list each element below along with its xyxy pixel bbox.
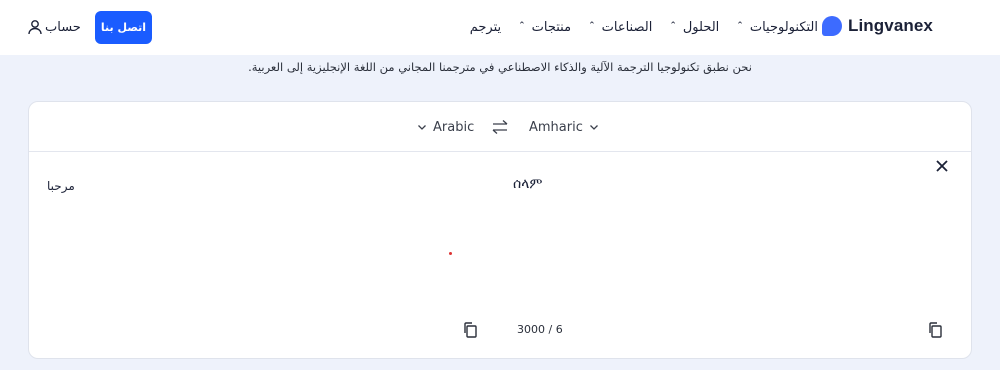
- nav-item-label: الحلول: [682, 19, 720, 35]
- nav-item-products[interactable]: ⌃ منتجات: [518, 20, 571, 35]
- nav-item-industries[interactable]: ⌃ الصناعات: [588, 20, 652, 35]
- source-language-select[interactable]: Amharic: [529, 117, 599, 137]
- logo[interactable]: Lingvanex: [822, 14, 933, 38]
- translator-card: Arabic Amharic ሰላም مرحبا 3000 / 6: [28, 101, 972, 359]
- contact-us-button[interactable]: اتصل بنا: [95, 11, 152, 44]
- copy-icon[interactable]: [927, 321, 943, 339]
- copy-icon[interactable]: [462, 321, 478, 339]
- caret-up-icon: ⌃: [736, 21, 744, 31]
- nav-item-translate[interactable]: يترجم: [470, 20, 501, 35]
- chevron-down-icon: [418, 125, 426, 130]
- character-counter: 3000 / 6: [517, 323, 563, 336]
- tagline-text: نحن نطبق تكنولوجيا الترجمة الآلية والذكا…: [248, 60, 752, 74]
- main-nav: ⌃ التكنولوجيات ⌃ الحلول ⌃ الصناعات ⌃ منت…: [470, 17, 818, 37]
- logo-text: Lingvanex: [848, 16, 933, 35]
- nav-item-label: التكنولوجيات: [749, 19, 818, 35]
- target-language-label: Arabic: [433, 119, 475, 135]
- caret-up-icon: ⌃: [669, 21, 677, 31]
- caret-up-icon: ⌃: [518, 21, 526, 31]
- cursor-dot: [449, 252, 452, 255]
- source-text-input[interactable]: ሰላም: [513, 176, 542, 192]
- caret-up-icon: ⌃: [588, 21, 596, 31]
- nav-item-label: منتجات: [531, 19, 572, 35]
- nav-item-label: الصناعات: [601, 19, 653, 35]
- swap-languages-icon[interactable]: [490, 117, 510, 137]
- target-language-select[interactable]: Arabic: [417, 117, 474, 137]
- nav-item-technologies[interactable]: ⌃ التكنولوجيات: [736, 20, 818, 35]
- account-link[interactable]: حساب: [27, 17, 81, 37]
- account-label: حساب: [45, 19, 81, 35]
- chevron-down-icon: [589, 125, 598, 130]
- translation-output: مرحبا: [47, 179, 75, 193]
- nav-item-solutions[interactable]: ⌃ الحلول: [669, 20, 719, 35]
- clear-text-close-icon[interactable]: [934, 158, 950, 174]
- language-bar: Arabic Amharic: [29, 102, 971, 152]
- page-tagline: نحن نطبق تكنولوجيا الترجمة الآلية والذكا…: [0, 60, 1000, 74]
- nav-item-label: يترجم: [469, 19, 502, 35]
- site-header: Lingvanex ⌃ التكنولوجيات ⌃ الحلول ⌃ الصن…: [0, 0, 1000, 55]
- logo-mark-icon: [822, 16, 842, 36]
- source-language-label: Amharic: [529, 119, 583, 135]
- user-icon: [28, 20, 42, 35]
